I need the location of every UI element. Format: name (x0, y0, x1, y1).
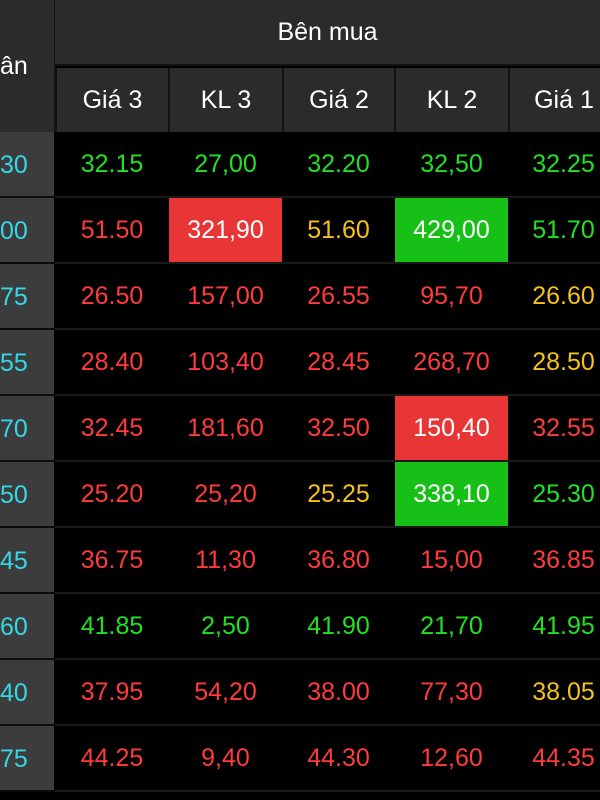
quote-cell[interactable]: 26.55 (283, 264, 394, 328)
quote-cell[interactable]: 38.05 (509, 660, 600, 724)
column-header-3[interactable]: Giá 2 (282, 68, 394, 132)
quote-cell[interactable]: 38.00 (283, 660, 394, 724)
quote-cell[interactable]: 338,10 (395, 462, 508, 526)
left-column-header-label: ân (0, 52, 28, 80)
reference-price-cell[interactable]: 70 (0, 396, 54, 462)
column-header-2[interactable]: KL 3 (168, 68, 282, 132)
quote-cell[interactable]: 26.50 (56, 264, 168, 328)
quote-cell[interactable]: 95,70 (395, 264, 508, 328)
quote-cell[interactable]: 9,40 (169, 726, 282, 790)
column-header-5[interactable]: Giá 1 (508, 68, 600, 132)
quote-cell[interactable]: 15,00 (395, 528, 508, 592)
quote-cell[interactable]: 41.90 (283, 594, 394, 658)
quote-cell[interactable]: 51.60 (283, 198, 394, 262)
quote-cell[interactable]: 429,00 (395, 198, 508, 262)
quote-cell[interactable]: 28.45 (283, 330, 394, 394)
quote-cell[interactable]: 32.20 (283, 132, 394, 196)
quote-cell[interactable]: 12,60 (395, 726, 508, 790)
quote-cell[interactable]: 27,00 (169, 132, 282, 196)
quote-cell[interactable]: 32.55 (509, 396, 600, 460)
buy-side-title: Bên mua (277, 18, 378, 46)
quote-cell[interactable]: 32.45 (56, 396, 168, 460)
quote-cell[interactable]: 44.25 (56, 726, 168, 790)
reference-price-cell[interactable]: 55 (0, 330, 54, 396)
price-board: ân Bên mua Giá 3 KL 3 Giá 2 KL 2 Giá 1 30 00 7… (0, 0, 600, 800)
quote-cell[interactable]: 51.70 (509, 198, 600, 262)
quote-cell[interactable]: 157,00 (169, 264, 282, 328)
reference-price-cell[interactable]: 40 (0, 660, 54, 726)
quote-cell[interactable]: 77,30 (395, 660, 508, 724)
quote-cell[interactable]: 28.40 (56, 330, 168, 394)
quote-cell[interactable]: 150,40 (395, 396, 508, 460)
quote-cell[interactable]: 25,20 (169, 462, 282, 526)
row-divider (55, 790, 600, 792)
quote-cell[interactable]: 21,70 (395, 594, 508, 658)
reference-price-cell[interactable]: 75 (0, 726, 54, 792)
quote-cell[interactable]: 26.60 (509, 264, 600, 328)
quote-cell[interactable]: 41.85 (56, 594, 168, 658)
quote-cell[interactable]: 44.30 (283, 726, 394, 790)
reference-price-cell[interactable]: 00 (0, 198, 54, 264)
quote-cell[interactable]: 181,60 (169, 396, 282, 460)
quote-cell[interactable]: 36.75 (56, 528, 168, 592)
quote-cell[interactable]: 25.30 (509, 462, 600, 526)
quote-cell[interactable]: 321,90 (169, 198, 282, 262)
column-header-4[interactable]: KL 2 (394, 68, 508, 132)
quote-cell[interactable]: 28.50 (509, 330, 600, 394)
quote-cell[interactable]: 51.50 (56, 198, 168, 262)
quote-cell[interactable]: 36.80 (283, 528, 394, 592)
left-column-header: ân (0, 0, 55, 133)
reference-price-cell[interactable]: 45 (0, 528, 54, 594)
quote-cell[interactable]: 37.95 (56, 660, 168, 724)
quote-cell[interactable]: 11,30 (169, 528, 282, 592)
quote-cell[interactable]: 103,40 (169, 330, 282, 394)
quote-cell[interactable]: 36.85 (509, 528, 600, 592)
quote-cell[interactable]: 44.35 (509, 726, 600, 790)
reference-price-cell[interactable]: 60 (0, 594, 54, 660)
reference-price-cell[interactable]: 75 (0, 264, 54, 330)
quote-cell[interactable]: 32.50 (283, 396, 394, 460)
buy-side-group-header: Bên mua (55, 0, 600, 66)
quote-cell[interactable]: 32.25 (509, 132, 600, 196)
quote-cell[interactable]: 268,70 (395, 330, 508, 394)
quote-cell[interactable]: 2,50 (169, 594, 282, 658)
reference-price-cell[interactable]: 50 (0, 462, 54, 528)
quote-cell[interactable]: 25.25 (283, 462, 394, 526)
quote-cell[interactable]: 25.20 (56, 462, 168, 526)
quote-cell[interactable]: 41.95 (509, 594, 600, 658)
quote-cell[interactable]: 32.15 (56, 132, 168, 196)
quote-cell[interactable]: 32,50 (395, 132, 508, 196)
reference-price-cell[interactable]: 30 (0, 132, 54, 198)
quote-cell[interactable]: 54,20 (169, 660, 282, 724)
column-header-1[interactable]: Giá 3 (55, 68, 168, 132)
